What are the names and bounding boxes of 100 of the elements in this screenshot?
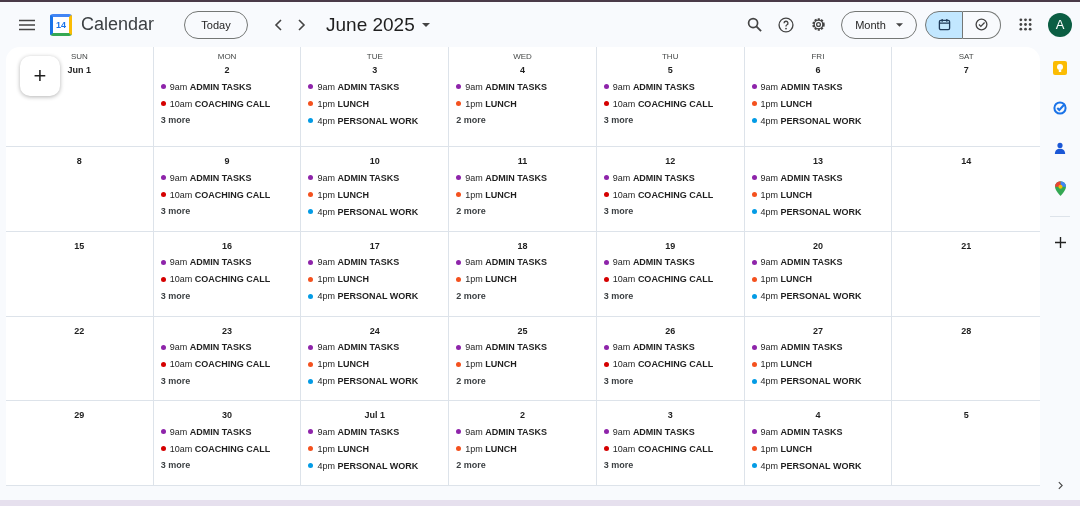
more-link[interactable]: 2 more: [449, 203, 486, 220]
event-chip[interactable]: 9am ADMIN TASKS: [449, 169, 596, 186]
event-chip[interactable]: 10am COACHING CALL: [596, 95, 744, 112]
event-chip[interactable]: 1pm LUNCH: [744, 440, 892, 458]
search-icon[interactable]: [747, 17, 762, 32]
date-number[interactable]: 5: [667, 65, 673, 75]
event-chip[interactable]: 4pm PERSONAL WORK: [301, 457, 449, 475]
more-link[interactable]: 3 more: [153, 112, 191, 129]
event-chip[interactable]: 9am ADMIN TASKS: [301, 423, 449, 441]
person-icon[interactable]: [1054, 141, 1066, 155]
event-chip[interactable]: 1pm LUNCH: [301, 95, 449, 112]
event-chip[interactable]: 1pm LUNCH: [449, 270, 596, 288]
more-link[interactable]: 2 more: [449, 112, 486, 129]
event-chip[interactable]: 10am COACHING CALL: [596, 186, 744, 203]
date-number[interactable]: 24: [369, 325, 380, 336]
event-chip[interactable]: 9am ADMIN TASKS: [449, 338, 596, 356]
event-chip[interactable]: 9am ADMIN TASKS: [596, 169, 744, 186]
event-chip[interactable]: 9am ADMIN TASKS: [744, 253, 892, 271]
next-icon[interactable]: [296, 17, 306, 32]
account-avatar[interactable]: A: [1048, 12, 1072, 37]
more-link[interactable]: 3 more: [153, 287, 191, 305]
date-number[interactable]: 15: [74, 240, 85, 251]
date-number[interactable]: 21: [961, 240, 972, 251]
event-chip[interactable]: 4pm PERSONAL WORK: [744, 457, 892, 475]
date-number[interactable]: 11: [517, 156, 528, 166]
date-number[interactable]: 19: [665, 240, 676, 251]
date-number[interactable]: 4: [520, 65, 525, 75]
event-chip[interactable]: 4pm PERSONAL WORK: [744, 203, 892, 220]
event-chip[interactable]: 1pm LUNCH: [449, 95, 596, 112]
event-chip[interactable]: 10am COACHING CALL: [153, 440, 301, 458]
calendar-view-toggle[interactable]: [925, 10, 963, 39]
event-chip[interactable]: 9am ADMIN TASKS: [153, 78, 301, 95]
date-number[interactable]: 6: [815, 65, 821, 75]
event-chip[interactable]: 9am ADMIN TASKS: [744, 169, 892, 186]
event-chip[interactable]: 4pm PERSONAL WORK: [301, 203, 449, 220]
event-chip[interactable]: 9am ADMIN TASKS: [301, 78, 449, 95]
date-number[interactable]: 9: [224, 156, 230, 166]
date-number[interactable]: 17: [369, 240, 380, 251]
event-chip[interactable]: 1pm LUNCH: [744, 95, 892, 112]
date-number[interactable]: Jun 1: [67, 65, 92, 75]
date-number[interactable]: 22: [74, 325, 85, 336]
event-chip[interactable]: 9am ADMIN TASKS: [153, 253, 301, 271]
event-chip[interactable]: 10am COACHING CALL: [596, 355, 744, 373]
event-chip[interactable]: 1pm LUNCH: [744, 270, 892, 288]
event-chip[interactable]: 4pm PERSONAL WORK: [744, 287, 892, 305]
event-chip[interactable]: 9am ADMIN TASKS: [301, 169, 449, 186]
more-link[interactable]: 3 more: [153, 203, 191, 220]
event-chip[interactable]: 9am ADMIN TASKS: [153, 169, 301, 186]
date-number[interactable]: 10: [369, 156, 380, 166]
event-chip[interactable]: 10am COACHING CALL: [153, 95, 301, 112]
event-chip[interactable]: 4pm PERSONAL WORK: [301, 112, 449, 129]
date-number[interactable]: 12: [665, 156, 676, 166]
event-chip[interactable]: 9am ADMIN TASKS: [744, 338, 892, 356]
date-number[interactable]: 26: [665, 325, 676, 336]
more-link[interactable]: 2 more: [449, 457, 486, 475]
event-chip[interactable]: 4pm PERSONAL WORK: [301, 287, 449, 305]
date-number[interactable]: 23: [222, 325, 233, 336]
event-chip[interactable]: 9am ADMIN TASKS: [449, 78, 596, 95]
event-chip[interactable]: 1pm LUNCH: [449, 186, 596, 203]
date-number[interactable]: 5: [963, 410, 969, 421]
event-chip[interactable]: 9am ADMIN TASKS: [744, 78, 892, 95]
more-link[interactable]: 3 more: [153, 457, 191, 475]
map-pin-icon[interactable]: [1054, 181, 1066, 196]
event-chip[interactable]: 9am ADMIN TASKS: [596, 423, 744, 441]
event-chip[interactable]: 10am COACHING CALL: [596, 440, 744, 458]
event-chip[interactable]: 4pm PERSONAL WORK: [744, 372, 892, 390]
more-link[interactable]: 3 more: [596, 457, 634, 475]
event-chip[interactable]: 1pm LUNCH: [301, 355, 449, 373]
event-chip[interactable]: 1pm LUNCH: [301, 186, 449, 203]
event-chip[interactable]: 1pm LUNCH: [744, 355, 892, 373]
event-chip[interactable]: 4pm PERSONAL WORK: [301, 372, 449, 390]
more-link[interactable]: 3 more: [596, 372, 634, 390]
event-chip[interactable]: 1pm LUNCH: [744, 186, 892, 203]
event-chip[interactable]: 9am ADMIN TASKS: [301, 338, 449, 356]
menu-icon[interactable]: [19, 18, 35, 31]
event-chip[interactable]: 1pm LUNCH: [449, 355, 596, 373]
event-chip[interactable]: 9am ADMIN TASKS: [596, 338, 744, 356]
event-chip[interactable]: 10am COACHING CALL: [153, 355, 301, 373]
more-link[interactable]: 3 more: [153, 372, 191, 390]
date-number[interactable]: 3: [372, 65, 378, 75]
add-icon[interactable]: [1054, 237, 1066, 248]
previous-icon[interactable]: [274, 17, 284, 32]
event-chip[interactable]: 9am ADMIN TASKS: [596, 78, 744, 95]
more-link[interactable]: 2 more: [449, 287, 486, 305]
date-number[interactable]: 28: [961, 325, 972, 336]
date-number[interactable]: 27: [812, 325, 823, 336]
date-number[interactable]: 14: [961, 156, 972, 166]
date-number[interactable]: 29: [74, 410, 85, 421]
apps-icon[interactable]: [1019, 18, 1032, 31]
date-number[interactable]: 18: [517, 240, 528, 251]
date-number[interactable]: 2: [520, 410, 525, 421]
event-chip[interactable]: 10am COACHING CALL: [153, 186, 301, 203]
date-number[interactable]: 30: [222, 410, 233, 421]
date-number[interactable]: 16: [222, 240, 233, 251]
more-link[interactable]: 2 more: [449, 372, 486, 390]
event-chip[interactable]: 9am ADMIN TASKS: [744, 423, 892, 441]
event-chip[interactable]: 9am ADMIN TASKS: [449, 253, 596, 271]
date-number[interactable]: 20: [812, 240, 823, 251]
date-number[interactable]: 3: [667, 410, 673, 421]
event-chip[interactable]: 9am ADMIN TASKS: [596, 253, 744, 271]
